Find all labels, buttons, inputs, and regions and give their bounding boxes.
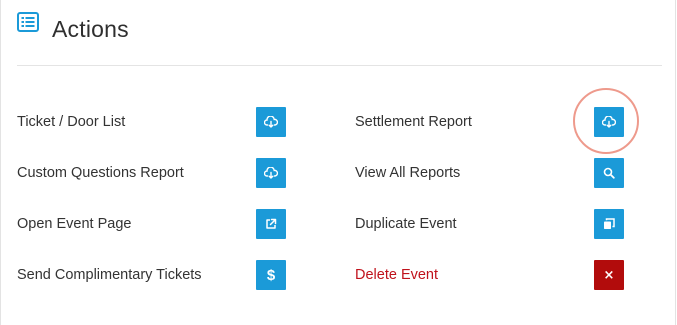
duplicate-event-label: Duplicate Event xyxy=(355,216,457,232)
custom-questions-report-download-button[interactable] xyxy=(256,158,286,188)
settlement-report-label: Settlement Report xyxy=(355,114,472,130)
dollar-icon: $ xyxy=(266,266,276,284)
ticket-door-list-download-button[interactable] xyxy=(256,107,286,137)
delete-event-label: Delete Event xyxy=(355,267,439,283)
close-icon: × xyxy=(603,267,615,283)
open-event-page-button[interactable] xyxy=(256,209,286,239)
search-icon xyxy=(603,167,615,179)
copy-icon xyxy=(603,218,615,230)
send-complimentary-tickets-button[interactable]: $ xyxy=(256,260,286,290)
ticket-door-list-label: Ticket / Door List xyxy=(17,114,126,130)
cloud-download-icon xyxy=(264,116,278,128)
cloud-download-icon xyxy=(264,167,278,179)
open-event-page-label: Open Event Page xyxy=(17,216,132,232)
divider xyxy=(17,65,662,66)
external-link-icon xyxy=(265,218,277,230)
list-icon xyxy=(17,12,39,32)
view-all-reports-button[interactable] xyxy=(594,158,624,188)
delete-event-button[interactable]: × xyxy=(594,260,624,290)
cloud-download-icon xyxy=(602,116,616,128)
settlement-report-download-button[interactable] xyxy=(594,107,624,137)
panel-title: Actions xyxy=(52,16,129,42)
view-all-reports-label: View All Reports xyxy=(355,165,461,181)
duplicate-event-button[interactable] xyxy=(594,209,624,239)
custom-questions-report-label: Custom Questions Report xyxy=(17,165,184,181)
send-complimentary-tickets-label: Send Complimentary Tickets xyxy=(17,267,202,283)
actions-panel: Actions Ticket / Door List Custom Questi… xyxy=(0,0,676,325)
